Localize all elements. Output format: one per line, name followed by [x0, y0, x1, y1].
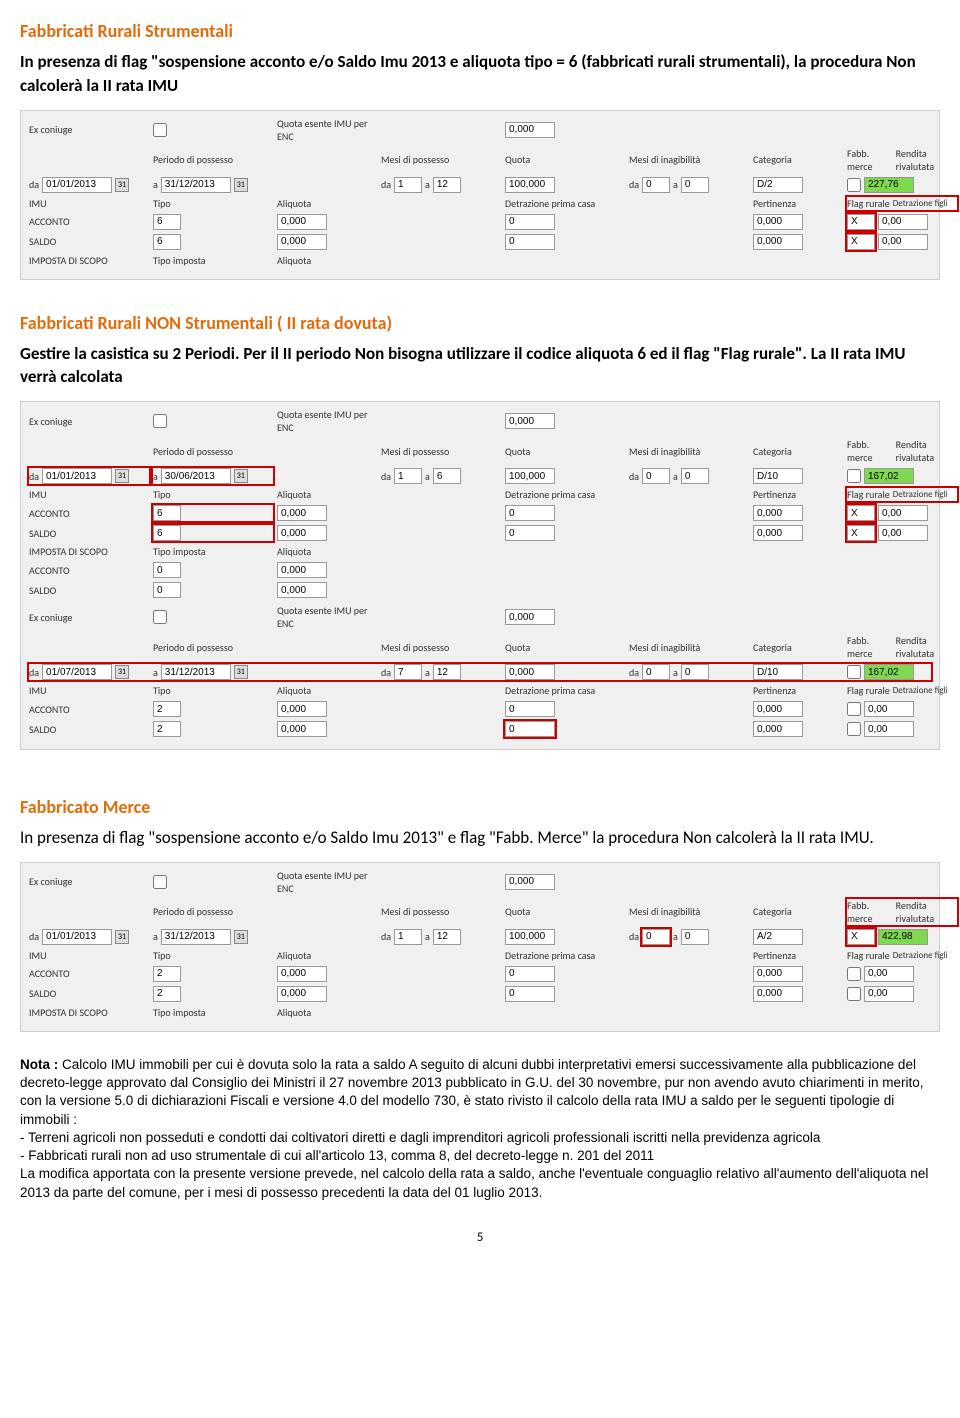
- section3-subtitle: In presenza di flag "sospensione acconto…: [20, 826, 940, 850]
- lbl-detr-figli: Detrazione figli: [893, 198, 948, 209]
- calendar-icon[interactable]: 31: [234, 178, 248, 192]
- calendar-icon[interactable]: 31: [115, 178, 129, 192]
- lbl-saldo: SALDO: [29, 235, 149, 248]
- calendar-icon[interactable]: 31: [115, 665, 129, 679]
- fld-inag-a[interactable]: [681, 177, 709, 193]
- fld-sal-pert[interactable]: [753, 234, 803, 250]
- lbl-quota-esente: Quota esente IMU per ENC: [277, 117, 377, 143]
- lbl-tipo-imp: Tipo imposta: [153, 254, 273, 267]
- fld-sal-flag[interactable]: [847, 234, 875, 250]
- lbl-da: da: [29, 178, 39, 191]
- lbl-ex-coniuge: Ex coniuge: [29, 123, 149, 136]
- panel1: Ex coniuge Quota esente IMU per ENC Peri…: [20, 110, 940, 280]
- fld-quota[interactable]: [505, 177, 555, 193]
- fld-acc-pert[interactable]: [753, 214, 803, 230]
- lbl-fabb-merce: Fabb. merce: [847, 147, 890, 173]
- fld-sal-detr[interactable]: [505, 234, 555, 250]
- panel2a: Ex coniuge Quota esente IMU per ENC Peri…: [20, 401, 940, 750]
- section2-title: Fabbricati Rurali NON Strumentali ( II r…: [20, 312, 940, 334]
- section1-title: Fabbricati Rurali Strumentali: [20, 20, 940, 42]
- fld-fabb-merce[interactable]: [847, 929, 875, 945]
- lbl-a: a: [153, 178, 158, 191]
- fld-date-from[interactable]: [42, 468, 112, 484]
- chk[interactable]: [153, 414, 167, 428]
- lbl-categoria: Categoria: [753, 153, 843, 166]
- lbl-rendita: Rendita rivalutata: [896, 147, 957, 173]
- fld-rendita[interactable]: [864, 177, 914, 193]
- fld-acc-tipo[interactable]: [153, 214, 181, 230]
- page-number: 5: [20, 1230, 940, 1245]
- fld-sal-tipo[interactable]: [153, 234, 181, 250]
- fld-acc-figli[interactable]: [878, 214, 928, 230]
- lbl-scopo: IMPOSTA DI SCOPO: [29, 254, 149, 267]
- fld-sal-figli[interactable]: [878, 234, 928, 250]
- fld-date-to[interactable]: [161, 177, 231, 193]
- fld-acc-detr[interactable]: [505, 214, 555, 230]
- lbl-acconto: ACCONTO: [29, 215, 149, 228]
- calendar-icon[interactable]: 31: [234, 930, 248, 944]
- fld-acc-flag[interactable]: [847, 214, 875, 230]
- calendar-icon[interactable]: 31: [115, 469, 129, 483]
- lbl-tipo: Tipo: [153, 197, 273, 210]
- lbl-flag-rurale: Flag rurale: [847, 197, 890, 210]
- section3-title: Fabbricato Merce: [20, 796, 940, 818]
- section2-subtitle: Gestire la casistica su 2 Periodi. Per i…: [20, 342, 940, 390]
- fld-inag-da[interactable]: [642, 177, 670, 193]
- lbl-aliq2: Aliquota: [277, 254, 377, 267]
- lbl-detr-casa: Detrazione prima casa: [505, 197, 625, 210]
- note-paragraph: Nota : Calcolo IMU immobili per cui è do…: [20, 1056, 940, 1202]
- lbl-mesi-inag: Mesi di inagibilità: [629, 153, 749, 166]
- fld-mese-a[interactable]: [433, 177, 461, 193]
- lbl-periodo: Periodo di possesso: [153, 153, 273, 166]
- calendar-icon[interactable]: 31: [234, 469, 248, 483]
- lbl-mesi-poss: Mesi di possesso: [381, 153, 501, 166]
- panel3: Ex coniuge Quota esente IMU per ENC Peri…: [20, 862, 940, 1032]
- lbl-imu: IMU: [29, 197, 149, 210]
- calendar-icon[interactable]: 31: [115, 930, 129, 944]
- lbl-quota: Quota: [505, 153, 625, 166]
- fld-categoria[interactable]: [753, 177, 803, 193]
- fld-quota-esente[interactable]: [505, 122, 555, 138]
- fld-mese-da[interactable]: [394, 177, 422, 193]
- fld-date-from[interactable]: [42, 177, 112, 193]
- section1-subtitle: In presenza di flag "sospensione acconto…: [20, 50, 940, 98]
- fld-sal-aliq[interactable]: [277, 234, 327, 250]
- chk-ex-coniuge[interactable]: [153, 123, 167, 137]
- fld-date-to[interactable]: [161, 468, 231, 484]
- chk-fabb-merce[interactable]: [847, 178, 861, 192]
- lbl-pertinenza: Pertinenza: [753, 197, 843, 210]
- fld[interactable]: [505, 413, 555, 429]
- lbl-aliquota: Aliquota: [277, 197, 377, 210]
- fld-acc-aliq[interactable]: [277, 214, 327, 230]
- calendar-icon[interactable]: 31: [234, 665, 248, 679]
